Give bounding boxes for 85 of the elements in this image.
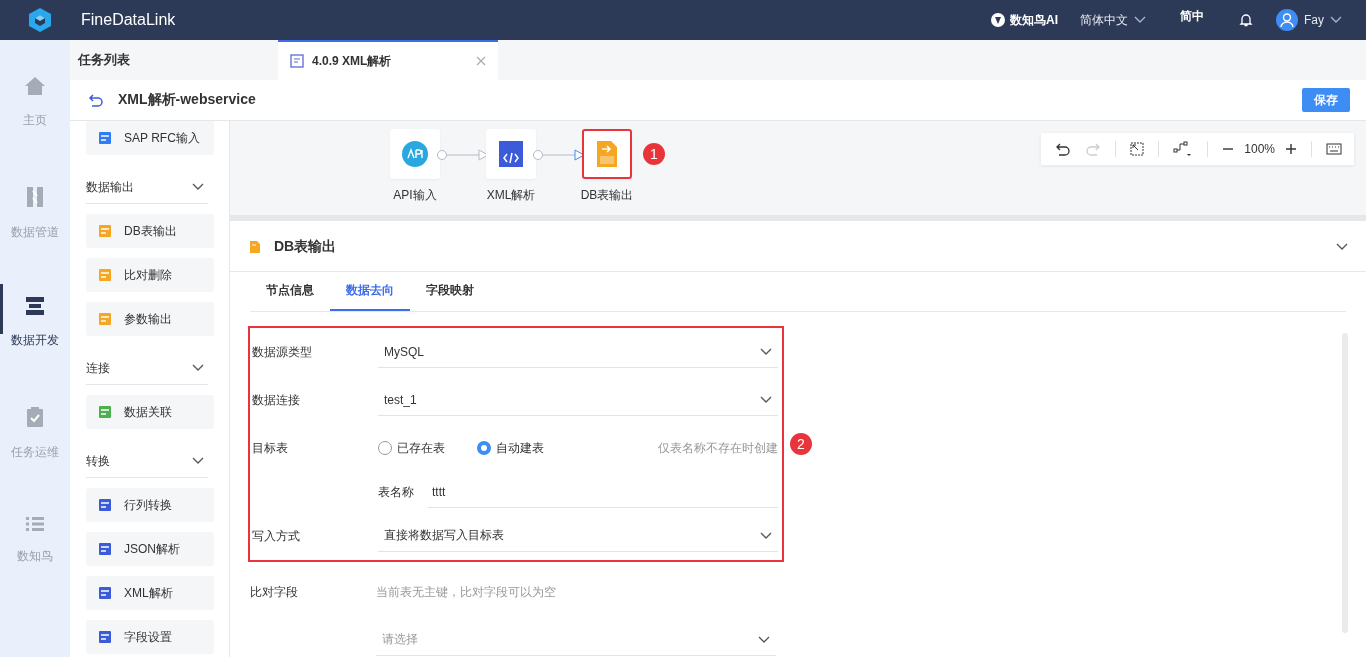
flow-node[interactable]: [486, 129, 536, 179]
palette-group-header[interactable]: 转换: [86, 445, 208, 478]
palette-item[interactable]: 比对删除: [86, 258, 214, 292]
table-name-input[interactable]: tttt: [428, 476, 778, 508]
field-label: 目标表: [252, 439, 289, 457]
database-file-icon: [248, 240, 262, 254]
clipboard-check-icon: [26, 406, 44, 428]
annotation-badge: 1: [643, 143, 665, 165]
field-hint: 当前表无主键，比对字段可以为空: [376, 583, 556, 601]
radio-option[interactable]: 自动建表: [477, 439, 544, 457]
chevron-icon: [192, 457, 204, 465]
select-field[interactable]: MySQL: [378, 336, 778, 368]
chevron-down-icon: [758, 635, 770, 644]
field-label: 表名称: [378, 483, 415, 501]
cube-logo-icon: [27, 7, 53, 33]
task-list-title[interactable]: 任务列表: [70, 40, 278, 80]
node-label: DB表输出: [580, 187, 634, 204]
node-type-icon: [98, 542, 112, 556]
ai-assistant-link[interactable]: 数知鸟AI: [990, 11, 1058, 29]
palette-item[interactable]: SAP RFC输入: [86, 121, 214, 155]
node-label: API输入: [393, 187, 437, 204]
connector-style-icon[interactable]: [1173, 141, 1194, 157]
radio-option[interactable]: 已存在表: [378, 439, 445, 457]
back-icon[interactable]: [88, 93, 104, 107]
panel-tab[interactable]: 节点信息: [250, 272, 330, 311]
palette-group-header[interactable]: 连接: [86, 352, 208, 385]
language-dropdown[interactable]: 简体中文: [1080, 11, 1146, 29]
annotation-badge: 2: [790, 433, 812, 455]
chevron-down-icon: [1330, 16, 1342, 24]
panel-title: DB表输出: [274, 238, 338, 256]
chevron-down-icon: [760, 395, 772, 404]
home-icon: [24, 76, 46, 96]
palette-item[interactable]: 行列转换: [86, 488, 214, 522]
palette-item[interactable]: JSON解析: [86, 532, 214, 566]
field-label: 比对字段: [250, 583, 299, 601]
zoom-level: 100%: [1244, 142, 1275, 156]
document-icon: [290, 54, 304, 68]
node-type-icon: [98, 312, 112, 326]
connector-arrow: [533, 149, 585, 161]
select-field[interactable]: 直接将数据写入目标表: [378, 520, 778, 552]
node-type-icon: [98, 630, 112, 644]
palette-item[interactable]: 参数输出: [86, 302, 214, 336]
palette-item[interactable]: XML解析: [86, 576, 214, 610]
app-name: FineDataLink: [81, 11, 176, 29]
xml-file-icon: [497, 139, 525, 169]
field-label: 数据源类型: [252, 343, 313, 361]
node-label: XML解析: [486, 187, 536, 204]
panel-tab[interactable]: 数据去向: [330, 272, 410, 311]
palette-item[interactable]: 数据关联: [86, 395, 214, 429]
chevron-down-icon: [760, 531, 772, 540]
node-type-icon: [98, 268, 112, 282]
flow-node[interactable]: [582, 129, 632, 179]
flow-node[interactable]: [390, 129, 440, 179]
zoom-in-icon[interactable]: [1285, 143, 1297, 155]
connector-arrow: [437, 149, 489, 161]
chevron-down-icon: [760, 347, 772, 356]
undo-icon[interactable]: [1055, 142, 1072, 156]
node-type-icon: [98, 498, 112, 512]
fit-view-icon[interactable]: [1130, 142, 1145, 156]
document-tab[interactable]: 4.0.9 XML解析: [278, 40, 498, 80]
field-label: 写入方式: [252, 527, 301, 545]
palette-group-header[interactable]: 数据输出: [86, 171, 208, 204]
chevron-icon: [192, 364, 204, 372]
chevron-icon: [192, 183, 204, 191]
palette-item[interactable]: DB表输出: [86, 214, 214, 248]
chevron-icon[interactable]: [1336, 243, 1348, 251]
node-type-icon: [98, 586, 112, 600]
language-toggle[interactable]: 简中: [1180, 7, 1204, 25]
node-type-icon: [98, 224, 112, 238]
select-field[interactable]: test_1: [378, 384, 778, 416]
panel-tab[interactable]: 字段映射: [410, 272, 490, 311]
chevron-down-icon: [1134, 16, 1146, 24]
user-menu[interactable]: Fay: [1276, 9, 1342, 31]
palette-item[interactable]: 字段设置: [86, 620, 214, 654]
server-icon: [25, 296, 45, 316]
field-hint: 仅表名称不存在时创建: [658, 439, 778, 457]
keyboard-icon[interactable]: [1326, 143, 1342, 155]
list-icon: [25, 516, 45, 532]
task-title: XML解析-webservice: [118, 91, 257, 109]
node-type-icon: [98, 405, 112, 419]
avatar-icon: [1276, 9, 1298, 31]
node-type-icon: [98, 131, 112, 145]
bell-icon[interactable]: [1238, 12, 1254, 28]
field-label: 数据连接: [252, 391, 301, 409]
pipeline-icon: [25, 186, 45, 208]
